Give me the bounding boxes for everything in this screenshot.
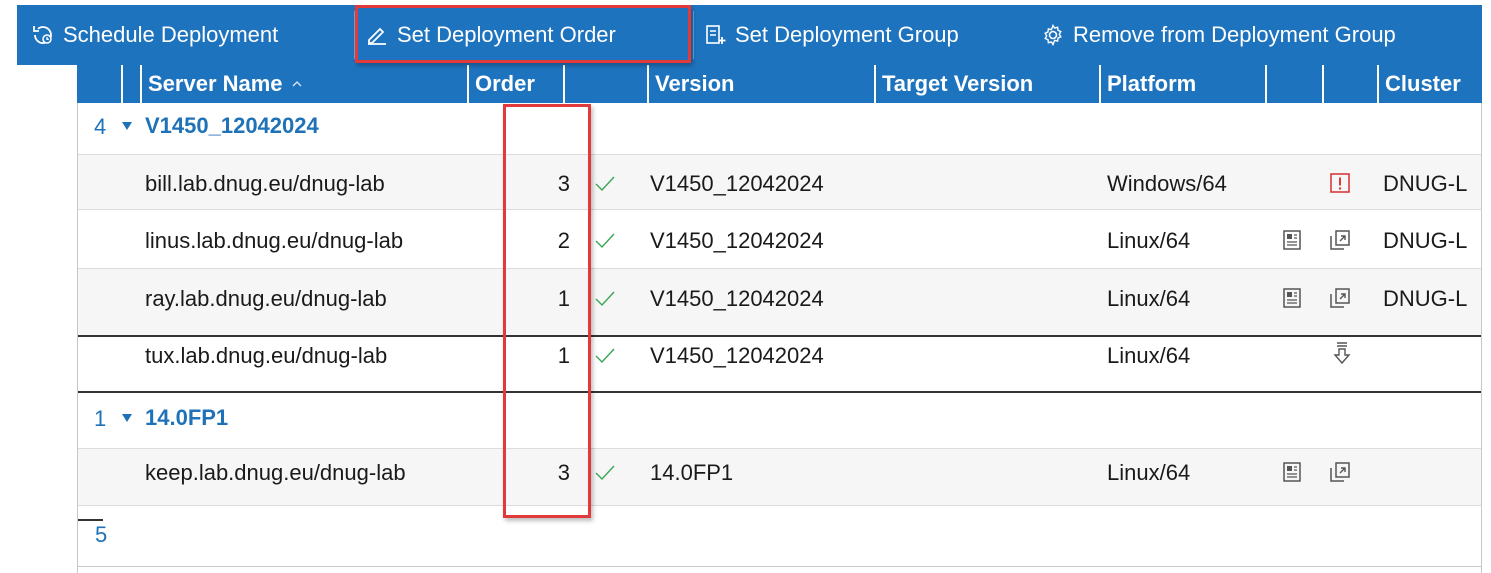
cluster-cell: DNUG-L: [1383, 171, 1468, 196]
group-name: 14.0FP1: [145, 405, 229, 430]
column-target-version[interactable]: Target Version: [876, 65, 1099, 103]
sort-ascending-icon: [292, 81, 302, 87]
platform-cell: Linux/64: [1107, 286, 1191, 311]
grid-border: [1481, 103, 1482, 573]
header-separator: [563, 65, 565, 103]
check-icon: [595, 233, 615, 249]
header-separator: [121, 65, 123, 103]
order-cell: 2: [557, 228, 570, 253]
cluster-cell: DNUG-L: [1383, 228, 1468, 253]
schedule-deployment-button[interactable]: Schedule Deployment: [31, 5, 278, 65]
check-icon: [595, 176, 615, 192]
platform-cell: Windows/64: [1107, 171, 1227, 196]
remove-from-deployment-group-button[interactable]: Remove from Deployment Group: [1041, 5, 1396, 65]
toolbar: Schedule Deployment Set Deployment Order…: [17, 5, 1482, 65]
header-separator: [1265, 65, 1267, 103]
remove-from-deployment-group-label: Remove from Deployment Group: [1073, 22, 1396, 47]
check-icon: [595, 465, 615, 481]
platform-cell: Linux/64: [1107, 343, 1191, 368]
column-cluster[interactable]: Cluster: [1379, 65, 1482, 103]
set-deployment-group-button[interactable]: Set Deployment Group: [703, 5, 959, 65]
server-config-icon: [1283, 230, 1301, 250]
server-config-icon: [1283, 288, 1301, 308]
warning-icon: [1330, 173, 1350, 193]
column-version[interactable]: Version: [649, 65, 874, 103]
check-icon: [595, 348, 615, 364]
column-server-name[interactable]: Server Name: [142, 65, 467, 103]
column-order-label: Order: [475, 71, 535, 96]
platform-cell: Linux/64: [1107, 228, 1191, 253]
server-name-cell: tux.lab.dnug.eu/dnug-lab: [145, 343, 388, 368]
pencil-icon: [368, 27, 386, 45]
group-count: 1: [94, 406, 107, 431]
cluster-mode-icon: [1330, 462, 1350, 482]
version-cell: V1450_12042024: [650, 228, 824, 253]
cluster-mode-icon: [1330, 230, 1350, 250]
column-version-label: Version: [655, 71, 735, 96]
summary-bar: [78, 519, 103, 521]
row-count-summary: 5: [95, 522, 108, 547]
order-cell: 1: [557, 343, 570, 368]
cluster-mode-icon: [1330, 288, 1350, 308]
set-deployment-group-label: Set Deployment Group: [735, 22, 959, 47]
header-separator: [1322, 65, 1324, 103]
download-arrow-icon: [1333, 342, 1351, 365]
server-config-icon: [1283, 462, 1301, 482]
check-icon: [595, 291, 615, 307]
toolbar-separator: [693, 11, 694, 59]
column-platform-label: Platform: [1107, 71, 1197, 96]
cluster-cell: DNUG-L: [1383, 286, 1468, 311]
server-name-cell: ray.lab.dnug.eu/dnug-lab: [145, 286, 387, 311]
server-name-cell: linus.lab.dnug.eu/dnug-lab: [145, 228, 404, 253]
version-cell: V1450_12042024: [650, 343, 824, 368]
grid-bottom-border: [78, 566, 1481, 567]
platform-cell: Linux/64: [1107, 460, 1191, 485]
column-header-row: Server Name Order Version Target Version…: [77, 65, 1482, 103]
set-deployment-order-button[interactable]: Set Deployment Order: [365, 5, 616, 65]
column-target-version-label: Target Version: [882, 71, 1034, 96]
set-deployment-order-label: Set Deployment Order: [397, 22, 616, 47]
group-list-icon: [706, 25, 726, 44]
collapse-arrow-icon[interactable]: [121, 413, 133, 423]
schedule-icon: [33, 26, 52, 44]
server-name-cell: keep.lab.dnug.eu/dnug-lab: [145, 460, 406, 485]
column-cluster-label: Cluster: [1385, 71, 1461, 96]
order-cell: 3: [557, 460, 570, 485]
gear-icon: [1044, 23, 1062, 47]
group-row[interactable]: [78, 393, 1481, 448]
group-name: V1450_12042024: [145, 113, 319, 138]
column-server-name-label: Server Name: [148, 71, 283, 96]
column-platform[interactable]: Platform: [1101, 65, 1265, 103]
order-cell: 1: [557, 286, 570, 311]
order-cell: 3: [557, 171, 570, 196]
schedule-deployment-label: Schedule Deployment: [63, 22, 279, 47]
group-count: 4: [94, 114, 107, 139]
collapse-arrow-icon[interactable]: [121, 121, 133, 131]
version-cell: V1450_12042024: [650, 286, 824, 311]
version-cell: V1450_12042024: [650, 171, 824, 196]
row-divider: [78, 505, 1481, 506]
toolbar-separator: [354, 11, 355, 59]
version-cell: 14.0FP1: [650, 460, 734, 485]
server-name-cell: bill.lab.dnug.eu/dnug-lab: [145, 171, 385, 196]
column-order[interactable]: Order: [469, 65, 563, 103]
